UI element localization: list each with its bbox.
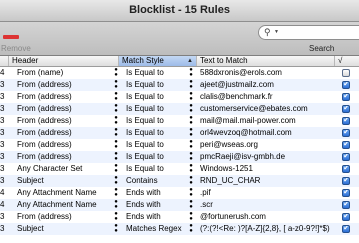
rule-index: 3 xyxy=(0,212,5,221)
rule-header[interactable]: Any Character Set xyxy=(17,163,113,175)
rule-text[interactable]: customerservice@ebates.com xyxy=(200,103,334,115)
column-match-style-label: Match Style xyxy=(122,56,164,65)
rule-index: 3 xyxy=(0,176,5,185)
rule-header[interactable]: Subject xyxy=(17,175,113,187)
rule-match-style[interactable]: Is Equal to xyxy=(126,115,188,127)
rule-text[interactable]: orl4wevzoq@hotmail.com xyxy=(200,127,334,139)
window-title: Blocklist - 15 Rules xyxy=(129,4,230,16)
table-row[interactable]: 3 From (address) ● ● Is Equal to ● ● clalis@ben… xyxy=(0,91,359,103)
table-row[interactable]: 4 Any Attachment Name ● ● Ends with ● ● .pif xyxy=(0,187,359,199)
column-header[interactable]: Header xyxy=(9,56,119,66)
rule-index: 3 xyxy=(0,164,5,173)
enabled-checkbox[interactable] xyxy=(342,189,350,197)
rule-match-style[interactable]: Is Equal to xyxy=(126,79,188,91)
rule-match-style[interactable]: Is Equal to xyxy=(126,67,188,79)
rule-text[interactable]: RND_UC_CHAR xyxy=(200,175,334,187)
search-dropdown-icon[interactable]: ▼ xyxy=(274,29,279,35)
toolbar: Remove ⚲ ▼ Search xyxy=(0,22,359,56)
rule-text[interactable]: mail@mail.mail-power.com xyxy=(200,115,334,127)
rule-index: 3 xyxy=(0,104,5,113)
search-input[interactable]: ⚲ ▼ xyxy=(258,25,359,40)
rule-header[interactable]: Any Attachment Name xyxy=(17,187,113,199)
rule-header[interactable]: From (address) xyxy=(17,103,113,115)
rule-text[interactable]: .pif xyxy=(200,187,334,199)
rule-header[interactable]: Any Attachment Name xyxy=(17,199,113,211)
enabled-checkbox[interactable] xyxy=(342,153,350,161)
rule-index: 4 xyxy=(0,68,5,77)
rule-header[interactable]: From (address) xyxy=(17,151,113,163)
remove-label: Remove xyxy=(1,44,31,53)
column-index[interactable] xyxy=(0,56,9,66)
rule-text[interactable]: @fortunerush.com xyxy=(200,211,334,223)
table-row[interactable]: 3 From (address) ● ● Is Equal to ● ● orl4wevzoq… xyxy=(0,127,359,139)
rule-index: 4 xyxy=(0,188,5,197)
table-row[interactable]: 3 From (address) ● ● Is Equal to ● ● mail@mail.… xyxy=(0,115,359,127)
rule-index: 3 xyxy=(0,116,5,125)
enabled-checkbox[interactable] xyxy=(342,201,350,209)
rule-text[interactable]: 588dxronis@erols.com xyxy=(200,67,334,79)
enabled-checkbox[interactable] xyxy=(342,69,350,77)
rule-text[interactable]: ajeet@justmailz.com xyxy=(200,79,334,91)
minus-icon xyxy=(3,35,19,39)
enabled-checkbox[interactable] xyxy=(342,81,350,89)
table-row[interactable]: 4 From (name) ● ● Is Equal to ● ● 588dxronis@er… xyxy=(0,67,359,79)
rules-table: 4 From (name) ● ● Is Equal to ● ● 588dxronis@er… xyxy=(0,67,359,235)
title-bar: Blocklist - 15 Rules xyxy=(0,0,359,22)
rule-index: 3 xyxy=(0,152,5,161)
rule-header[interactable]: From (name) xyxy=(17,67,113,79)
rule-header[interactable]: From (address) xyxy=(17,91,113,103)
rule-header[interactable]: From (address) xyxy=(17,211,113,223)
enabled-checkbox[interactable] xyxy=(342,177,350,185)
remove-button[interactable] xyxy=(3,33,19,41)
table-row[interactable]: 3 From (address) ● ● Ends with ● ● @fortunerush… xyxy=(0,211,359,223)
empty-row xyxy=(0,223,359,235)
enabled-checkbox[interactable] xyxy=(342,165,350,173)
rule-header[interactable]: From (address) xyxy=(17,79,113,91)
table-row[interactable]: 3 Any Character Set ● ● Is Equal to ● ● Windows… xyxy=(0,163,359,175)
sort-ascending-icon: ▲ xyxy=(187,58,193,64)
rule-match-style[interactable]: Contains xyxy=(126,175,188,187)
rule-match-style[interactable]: Ends with xyxy=(126,211,188,223)
rule-text[interactable]: Windows-1251 xyxy=(200,163,334,175)
enabled-checkbox[interactable] xyxy=(342,213,350,221)
enabled-checkbox[interactable] xyxy=(342,93,350,101)
column-match-style[interactable]: Match Style ▲ xyxy=(119,56,197,66)
rule-index: 4 xyxy=(0,200,5,209)
rule-header[interactable]: From (address) xyxy=(17,115,113,127)
rule-match-style[interactable]: Is Equal to xyxy=(126,151,188,163)
table-row[interactable]: 4 Any Attachment Name ● ● Ends with ● ● .scr xyxy=(0,199,359,211)
column-text-to-match[interactable]: Text to Match xyxy=(197,56,335,66)
enabled-checkbox[interactable] xyxy=(342,105,350,113)
rule-header[interactable]: From (address) xyxy=(17,139,113,151)
enabled-checkbox[interactable] xyxy=(342,141,350,149)
table-empty-area xyxy=(0,223,359,243)
table-row[interactable]: 3 From (address) ● ● Is Equal to ● ● peri@wseas… xyxy=(0,139,359,151)
table-row[interactable]: 3 From (address) ● ● Is Equal to ● ● ajeet@just… xyxy=(0,79,359,91)
rule-match-style[interactable]: Is Equal to xyxy=(126,103,188,115)
rule-index: 3 xyxy=(0,128,5,137)
table-row[interactable]: 3 From (address) ● ● Is Equal to ● ● customerse… xyxy=(0,103,359,115)
rule-index: 3 xyxy=(0,92,5,101)
rule-text[interactable]: peri@wseas.org xyxy=(200,139,334,151)
magnifier-icon: ⚲ xyxy=(264,27,271,37)
enabled-checkbox[interactable] xyxy=(342,117,350,125)
table-row[interactable]: 3 From (address) ● ● Is Equal to ● ● pmcRaeji@i… xyxy=(0,151,359,163)
rule-match-style[interactable]: Is Equal to xyxy=(126,91,188,103)
column-enabled[interactable]: √ xyxy=(335,56,359,66)
table-header: Header Match Style ▲ Text to Match √ xyxy=(0,56,359,67)
rule-match-style[interactable]: Ends with xyxy=(126,199,188,211)
search-label: Search xyxy=(309,44,335,53)
rule-index: 3 xyxy=(0,80,5,89)
enabled-checkbox[interactable] xyxy=(342,129,350,137)
rule-text[interactable]: pmcRaeji@isv-gmbh.de xyxy=(200,151,334,163)
rule-match-style[interactable]: Is Equal to xyxy=(126,139,188,151)
rule-match-style[interactable]: Is Equal to xyxy=(126,163,188,175)
rule-index: 3 xyxy=(0,140,5,149)
rule-match-style[interactable]: Ends with xyxy=(126,187,188,199)
rule-text[interactable]: clalis@benchmark.fr xyxy=(200,91,334,103)
rule-header[interactable]: From (address) xyxy=(17,127,113,139)
rule-match-style[interactable]: Is Equal to xyxy=(126,127,188,139)
table-row[interactable]: 3 Subject ● ● Contains ● ● RND_UC_CHAR xyxy=(0,175,359,187)
rule-text[interactable]: .scr xyxy=(200,199,334,211)
